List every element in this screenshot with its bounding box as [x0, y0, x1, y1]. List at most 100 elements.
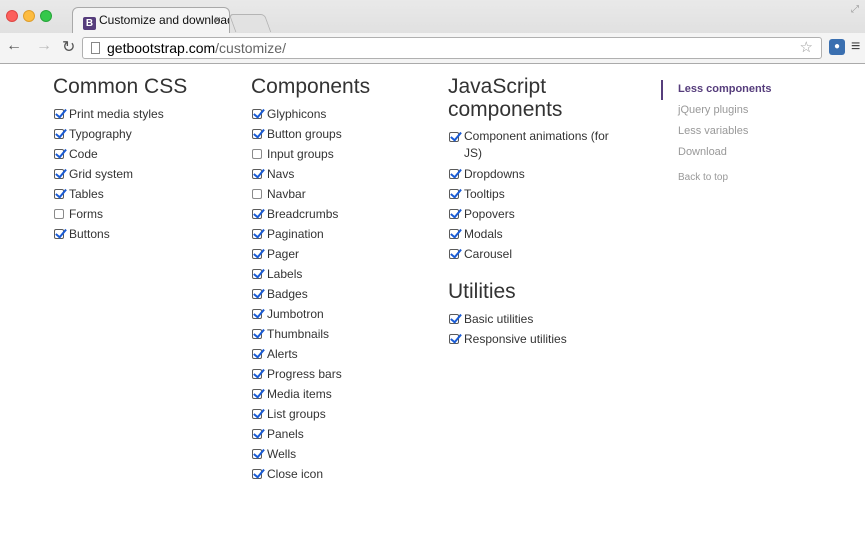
checkbox-label: Jumbotron [267, 307, 324, 321]
javascript-heading: JavaScript components [448, 75, 613, 121]
checkbox-item[interactable]: Basic utilities [448, 309, 613, 329]
sidenav-link[interactable]: Less variables [678, 121, 772, 142]
checkbox-checked[interactable] [449, 189, 459, 199]
checkbox-item[interactable]: Typography [53, 124, 233, 144]
checkbox-checked[interactable] [252, 169, 262, 179]
checkbox-item[interactable]: Progress bars [251, 364, 431, 384]
checkbox-checked[interactable] [449, 132, 459, 142]
menu-hamburger-icon[interactable]: ≡ [851, 38, 860, 56]
checkbox-item[interactable]: Forms [53, 204, 233, 224]
checkbox-item[interactable]: Code [53, 144, 233, 164]
maximize-window-button[interactable] [40, 10, 52, 22]
fullscreen-icon[interactable]: ⤢ [851, 4, 859, 15]
checkbox-checked[interactable] [252, 349, 262, 359]
checkbox-item[interactable]: Pagination [251, 224, 431, 244]
checkbox-checked[interactable] [54, 129, 64, 139]
checkbox-item[interactable]: Panels [251, 424, 431, 444]
checkbox-item[interactable]: Carousel [448, 244, 613, 264]
checkbox-checked[interactable] [54, 169, 64, 179]
back-to-top-link[interactable]: Back to top [678, 171, 772, 185]
back-arrow-icon[interactable]: ← [6, 37, 22, 55]
close-window-button[interactable] [6, 10, 18, 22]
forward-arrow-icon[interactable]: → [36, 37, 52, 55]
checkbox-checked[interactable] [252, 109, 262, 119]
checkbox-label: Media items [267, 387, 332, 401]
window-controls [6, 9, 57, 27]
checkbox-label: Popovers [464, 207, 515, 221]
extension-user-icon[interactable]: ● [829, 39, 845, 55]
reload-icon[interactable]: ↻ [62, 37, 75, 57]
checkbox-item[interactable]: Input groups [251, 144, 431, 164]
checkbox-item[interactable]: Component animations (for JS) [448, 127, 613, 164]
browser-tab[interactable]: B Customize and download · × [72, 7, 230, 33]
checkbox-item[interactable]: Modals [448, 224, 613, 244]
checkbox-checked[interactable] [252, 309, 262, 319]
checkbox-checked[interactable] [252, 329, 262, 339]
checkbox-checked[interactable] [252, 429, 262, 439]
checkbox-item[interactable]: Alerts [251, 344, 431, 364]
checkbox-checked[interactable] [252, 409, 262, 419]
checkbox-unchecked[interactable] [252, 149, 262, 159]
checkbox-item[interactable]: Navbar [251, 184, 431, 204]
checkbox-item[interactable]: Grid system [53, 164, 233, 184]
checkbox-unchecked[interactable] [252, 189, 262, 199]
checkbox-checked[interactable] [252, 289, 262, 299]
tab-close-icon[interactable]: × [214, 8, 221, 32]
checkbox-checked[interactable] [449, 314, 459, 324]
checkbox-item[interactable]: Thumbnails [251, 324, 431, 344]
checkbox-item[interactable]: Buttons [53, 224, 233, 244]
checkbox-item[interactable]: Tables [53, 184, 233, 204]
checkbox-checked[interactable] [252, 389, 262, 399]
bookmark-star-icon[interactable]: ☆ [800, 38, 813, 58]
checkbox-checked[interactable] [54, 189, 64, 199]
checkbox-item[interactable]: Labels [251, 264, 431, 284]
checkbox-label: Buttons [69, 227, 110, 241]
checkbox-checked[interactable] [449, 334, 459, 344]
checkbox-checked[interactable] [449, 209, 459, 219]
checkbox-item[interactable]: Print media styles [53, 104, 233, 124]
checkbox-item[interactable]: Jumbotron [251, 304, 431, 324]
browser-toolbar: ← → ↻ getbootstrap.com/customize/ ☆ ● ≡ [0, 33, 865, 63]
checkbox-label: Pagination [267, 227, 324, 241]
checkbox-label: Tooltips [464, 187, 505, 201]
checkbox-checked[interactable] [252, 269, 262, 279]
checkbox-checked[interactable] [252, 129, 262, 139]
bootstrap-favicon-icon: B [83, 17, 96, 30]
new-tab-button[interactable] [228, 14, 272, 32]
checkbox-item[interactable]: Navs [251, 164, 431, 184]
checkbox-checked[interactable] [252, 369, 262, 379]
checkbox-checked[interactable] [449, 229, 459, 239]
checkbox-item[interactable]: Tooltips [448, 184, 613, 204]
checkbox-item[interactable]: List groups [251, 404, 431, 424]
sidenav-link[interactable]: Download [678, 142, 772, 163]
checkbox-item[interactable]: Wells [251, 444, 431, 464]
checkbox-checked[interactable] [252, 449, 262, 459]
sidenav-link[interactable]: jQuery plugins [678, 100, 772, 121]
checkbox-item[interactable]: Glyphicons [251, 104, 431, 124]
checkbox-item[interactable]: Badges [251, 284, 431, 304]
checkbox-item[interactable]: Media items [251, 384, 431, 404]
sidenav-link[interactable]: Less components [678, 79, 772, 100]
checkbox-item[interactable]: Responsive utilities [448, 329, 613, 349]
checkbox-unchecked[interactable] [54, 209, 64, 219]
checkbox-label: Breadcrumbs [267, 207, 339, 221]
checkbox-checked[interactable] [449, 249, 459, 259]
checkbox-checked[interactable] [54, 229, 64, 239]
checkbox-item[interactable]: Button groups [251, 124, 431, 144]
checkbox-label: List groups [267, 407, 326, 421]
components-list: Glyphicons Button groups Input groups Navs N… [251, 104, 431, 484]
checkbox-checked[interactable] [54, 109, 64, 119]
checkbox-item[interactable]: Close icon [251, 464, 431, 484]
checkbox-item[interactable]: Dropdowns [448, 164, 613, 184]
checkbox-checked[interactable] [252, 249, 262, 259]
checkbox-item[interactable]: Pager [251, 244, 431, 264]
checkbox-checked[interactable] [54, 149, 64, 159]
minimize-window-button[interactable] [23, 10, 35, 22]
address-bar[interactable]: getbootstrap.com/customize/ ☆ [82, 37, 822, 59]
checkbox-checked[interactable] [449, 169, 459, 179]
checkbox-checked[interactable] [252, 229, 262, 239]
checkbox-checked[interactable] [252, 469, 262, 479]
checkbox-checked[interactable] [252, 209, 262, 219]
checkbox-item[interactable]: Popovers [448, 204, 613, 224]
checkbox-item[interactable]: Breadcrumbs [251, 204, 431, 224]
